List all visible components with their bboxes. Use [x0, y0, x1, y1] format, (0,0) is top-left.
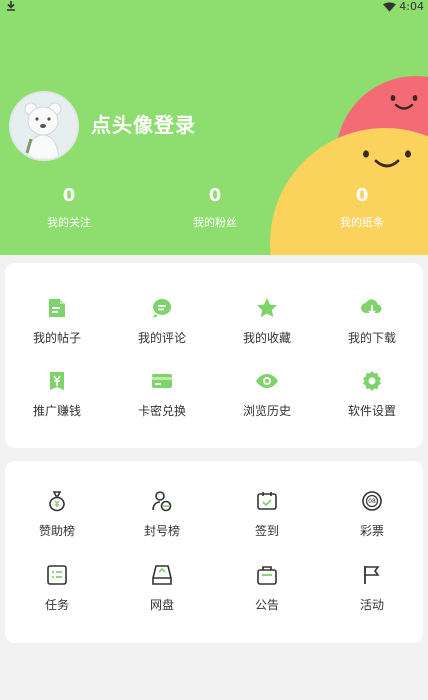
profile-header: 点头像登录 0 我的关注 0 我的粉丝 0 我的纸条 — [0, 0, 428, 255]
post-icon — [49, 299, 65, 317]
stat-followers[interactable]: 0 我的粉丝 — [160, 185, 270, 230]
menu-label: 我的收藏 — [242, 331, 291, 345]
gear-icon — [363, 371, 381, 391]
user-ban-icon — [152, 491, 172, 512]
menu-label: 活动 — [359, 598, 384, 612]
notice-icon — [257, 566, 277, 585]
menu-label: 封号榜 — [143, 524, 180, 538]
personal-menu-card: 我的帖子 我的评论 我的收藏 我的下载 推广赚钱 卡密兑换 浏览历史 软件设置 — [5, 263, 423, 448]
comment-icon — [153, 299, 172, 318]
cloud-download-icon — [361, 299, 382, 316]
download-icon — [6, 0, 16, 14]
menu-label: 卡密兑换 — [137, 404, 186, 418]
eye-icon — [256, 374, 278, 388]
menu-announcements[interactable]: 公告 — [215, 563, 319, 613]
menu-label: 我的评论 — [137, 331, 186, 345]
menu-label: 网盘 — [149, 598, 174, 612]
bear-avatar-icon — [24, 102, 62, 159]
menu-my-comments[interactable]: 我的评论 — [110, 296, 214, 346]
disk-icon — [152, 565, 172, 585]
svg-text:08: 08 — [368, 498, 376, 505]
menu-promote-earn[interactable]: 推广赚钱 — [5, 369, 109, 419]
followers-label: 我的粉丝 — [193, 216, 237, 229]
menu-label: 我的帖子 — [32, 331, 81, 345]
wifi-icon — [383, 1, 397, 12]
menu-tasks[interactable]: 任务 — [5, 563, 109, 613]
menu-my-downloads[interactable]: 我的下载 — [320, 296, 424, 346]
menu-app-settings[interactable]: 软件设置 — [320, 369, 424, 419]
menu-card-redeem[interactable]: 卡密兑换 — [110, 369, 214, 419]
status-bar: 4:04 — [0, 0, 428, 14]
smiley-face-icon — [363, 150, 411, 168]
menu-label: 任务 — [44, 598, 69, 612]
menu-label: 公告 — [254, 598, 279, 612]
flag-icon — [364, 566, 380, 584]
menu-activities[interactable]: 活动 — [320, 563, 424, 613]
following-count: 0 — [62, 185, 76, 206]
smiley-face-icon — [390, 95, 418, 110]
community-menu-card: 赞助榜 封号榜 签到 08 彩票 任务 网盘 公告 活动 — [5, 461, 423, 643]
menu-browse-history[interactable]: 浏览历史 — [215, 369, 319, 419]
card-icon — [152, 374, 172, 388]
notes-count: 0 — [355, 185, 369, 206]
money-bag-icon — [49, 491, 65, 512]
menu-check-in[interactable]: 签到 — [215, 489, 319, 539]
stat-notes[interactable]: 0 我的纸条 — [307, 185, 417, 230]
menu-label: 浏览历史 — [242, 404, 291, 418]
lottery-ball-icon: 08 — [362, 491, 382, 511]
star-icon — [257, 298, 277, 318]
notes-label: 我的纸条 — [340, 216, 384, 229]
menu-netdisk[interactable]: 网盘 — [110, 563, 214, 613]
menu-label: 签到 — [254, 524, 279, 538]
menu-label: 我的下载 — [347, 331, 396, 345]
menu-sponsor-rank[interactable]: 赞助榜 — [5, 489, 109, 539]
login-prompt[interactable]: 点头像登录 — [91, 109, 196, 138]
status-time: 4:04 — [399, 0, 424, 13]
menu-label: 软件设置 — [347, 404, 396, 418]
menu-lottery[interactable]: 08 彩票 — [320, 489, 424, 539]
promote-icon — [50, 372, 64, 390]
following-label: 我的关注 — [47, 216, 91, 229]
menu-label: 推广赚钱 — [32, 404, 81, 418]
avatar[interactable] — [9, 91, 79, 161]
calendar-check-icon — [257, 492, 277, 510]
menu-ban-rank[interactable]: 封号榜 — [110, 489, 214, 539]
menu-my-posts[interactable]: 我的帖子 — [5, 296, 109, 346]
followers-count: 0 — [208, 185, 222, 206]
stat-following[interactable]: 0 我的关注 — [14, 185, 124, 230]
menu-my-favorites[interactable]: 我的收藏 — [215, 296, 319, 346]
menu-label: 彩票 — [359, 524, 384, 538]
menu-label: 赞助榜 — [38, 524, 75, 538]
task-icon — [47, 565, 67, 585]
